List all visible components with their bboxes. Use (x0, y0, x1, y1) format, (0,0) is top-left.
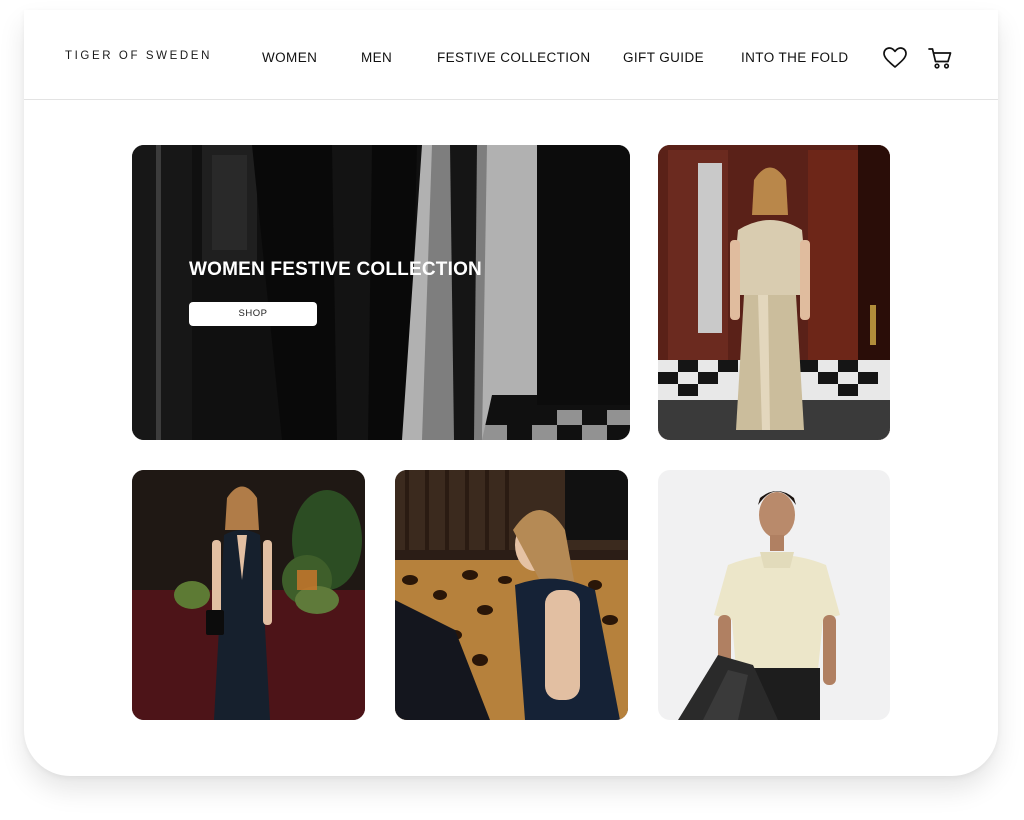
hero-banner-women-festive[interactable]: WOMEN FESTIVE COLLECTION SHOP (132, 145, 630, 440)
cart-icon (928, 48, 952, 69)
product-tile-navy-slip-dress[interactable] (132, 470, 365, 720)
nav-item-women[interactable]: WOMEN (262, 50, 317, 65)
product-tile-satin-top[interactable] (658, 470, 890, 720)
wishlist-button[interactable] (882, 45, 908, 71)
heart-icon (883, 47, 907, 68)
brand-logo[interactable]: TIGER OF SWEDEN (65, 50, 212, 62)
browser-frame: TIGER OF SWEDEN WOMEN MEN FESTIVE COLLEC… (24, 10, 998, 776)
nav-item-into-the-fold[interactable]: INTO THE FOLD (741, 50, 848, 65)
hero-title: WOMEN FESTIVE COLLECTION (189, 259, 482, 280)
nav-item-festive-collection[interactable]: FESTIVE COLLECTION (437, 50, 590, 65)
product-tile-champagne-satin-dress[interactable] (658, 145, 890, 440)
shop-button[interactable]: SHOP (189, 302, 317, 326)
site-header: TIGER OF SWEDEN WOMEN MEN FESTIVE COLLEC… (24, 10, 998, 100)
nav-item-men[interactable]: MEN (361, 50, 392, 65)
hero-photo (132, 145, 630, 440)
photo-navy-dress (132, 470, 365, 720)
nav-item-gift-guide[interactable]: GIFT GUIDE (623, 50, 704, 65)
photo-champagne-dress (658, 145, 890, 440)
photo-satin-top (658, 470, 890, 720)
cart-button[interactable] (927, 45, 953, 71)
photo-leopard-sofa (395, 470, 628, 720)
product-tile-leopard-lounge[interactable] (395, 470, 628, 720)
